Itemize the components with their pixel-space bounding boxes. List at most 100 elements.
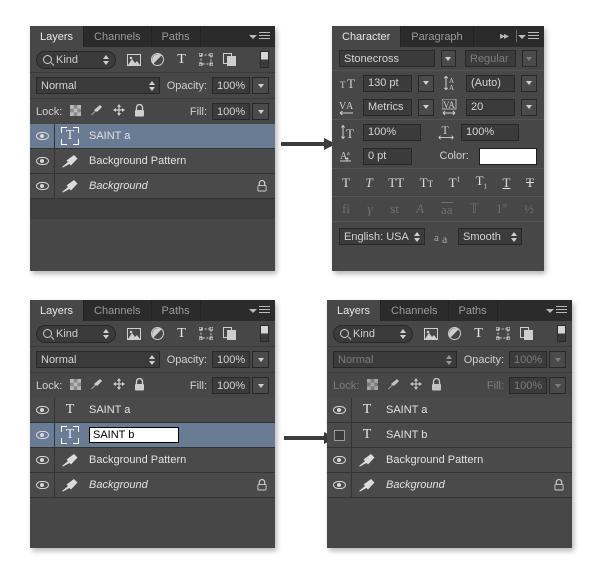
layer-thumbnail[interactable]: T [55,398,85,422]
fill-dropdown-button[interactable] [549,377,566,394]
opacity-dropdown-button[interactable] [252,77,269,94]
contextual-alternates-button[interactable]: ɣ [367,202,373,215]
layer-thumbnail[interactable] [352,473,382,497]
language-stepper-icon[interactable] [414,232,420,242]
text-color-swatch[interactable] [479,148,537,165]
discretionary-ligatures-button[interactable]: st [390,202,399,215]
shape-filter-icon[interactable] [198,52,213,67]
titling-alternates-button[interactable]: 𝕋 [470,202,479,215]
table-row[interactable]: T SAINT b [327,423,572,448]
tab-paragraph[interactable]: Paragraph [401,26,473,47]
lock-all-icon[interactable] [134,104,145,120]
filter-kind-stepper-icon[interactable] [103,55,109,65]
blend-mode-stepper-icon[interactable] [149,355,155,365]
layer-thumbnail[interactable] [55,149,85,173]
layer-visibility-toggle[interactable] [30,448,55,472]
antialias-stepper-icon[interactable] [511,232,517,242]
panel-menu-icon[interactable] [551,304,567,317]
small-caps-button[interactable]: TT [420,176,433,189]
tab-channels[interactable]: Channels [84,300,151,321]
font-style-select[interactable]: Regular [465,50,516,67]
filter-kind-stepper-icon[interactable] [103,329,109,339]
filter-enable-toggle[interactable] [260,51,269,68]
adjustment-filter-icon[interactable] [150,52,165,67]
tab-layers[interactable]: Layers [30,26,84,47]
faux-italic-button[interactable]: T [365,176,372,189]
lock-transparency-icon[interactable] [367,379,378,393]
table-row[interactable]: Background [30,174,275,199]
layer-thumbnail[interactable] [55,448,85,472]
table-row[interactable]: Background [327,473,572,498]
lock-position-icon[interactable] [410,378,422,393]
smartobject-filter-icon[interactable] [222,326,237,341]
layer-visibility-toggle[interactable] [327,473,352,497]
lock-image-icon[interactable] [90,378,104,393]
table-row[interactable]: T SAINT a [30,398,275,423]
table-row[interactable]: Background [30,473,275,498]
all-caps-button[interactable]: TT [388,176,404,189]
language-select[interactable]: English: USA [339,228,425,245]
filter-enable-toggle[interactable] [260,325,269,342]
layer-visibility-toggle[interactable] [30,423,55,447]
table-row[interactable]: T SAINT a [30,124,275,149]
table-row[interactable]: Background Pattern [30,448,275,473]
strikethrough-button[interactable]: T [526,176,534,189]
layer-thumbnail[interactable] [55,174,85,198]
swash-button[interactable]: A [416,202,424,215]
tab-channels[interactable]: Channels [381,300,448,321]
image-filter-icon[interactable] [423,326,438,341]
filter-kind-select[interactable]: Kind [333,325,413,343]
shape-filter-icon[interactable] [198,326,213,341]
layer-rename-input[interactable] [89,427,179,443]
faux-bold-button[interactable]: T [342,176,350,189]
blend-mode-select[interactable]: Normal [36,77,160,94]
tab-character[interactable]: Character [332,26,401,47]
fill-dropdown-button[interactable] [252,103,269,120]
table-row[interactable]: Background Pattern [327,448,572,473]
lock-transparency-icon[interactable] [70,105,81,119]
type-filter-icon[interactable]: T [174,52,189,67]
font-style-dropdown-button[interactable] [522,50,538,67]
fill-input[interactable]: 100% [509,377,547,394]
kerning-input[interactable]: Metrics [363,99,412,116]
panel-menu-icon[interactable] [254,30,270,43]
subscript-button[interactable]: T1 [476,174,487,191]
panel-menu-icon[interactable] [254,304,270,317]
tracking-dropdown-button[interactable] [521,99,537,116]
font-family-select[interactable]: Stonecross [339,50,435,67]
standard-ligatures-button[interactable]: fi [342,202,350,215]
fractions-button[interactable]: ½ [524,202,534,215]
underline-button[interactable]: T [503,176,511,189]
tab-layers[interactable]: Layers [327,300,381,321]
filter-kind-select[interactable]: Kind [36,51,116,69]
font-size-input[interactable]: 130 pt [363,75,412,92]
opacity-input[interactable]: 100% [212,351,250,368]
leading-input[interactable]: (Auto) [466,75,515,92]
layer-thumbnail[interactable] [55,473,85,497]
adjustment-filter-icon[interactable] [447,326,462,341]
layer-visibility-toggle[interactable] [327,448,352,472]
layer-visibility-toggle[interactable] [30,149,55,173]
table-row[interactable]: Background Pattern [30,149,275,174]
tracking-input[interactable]: 20 [466,99,515,116]
filter-enable-toggle[interactable] [557,325,566,342]
opacity-input[interactable]: 100% [212,77,250,94]
layer-visibility-toggle[interactable] [30,174,55,198]
filter-kind-stepper-icon[interactable] [400,329,406,339]
layer-thumbnail[interactable]: T [55,423,85,447]
blend-mode-select[interactable]: Normal [333,351,457,368]
layer-visibility-toggle[interactable] [30,124,55,148]
fill-input[interactable]: 100% [212,103,250,120]
smartobject-filter-icon[interactable] [222,52,237,67]
vertical-scale-input[interactable]: 100% [363,124,421,141]
tab-paths[interactable]: Paths [152,300,201,321]
lock-position-icon[interactable] [113,378,125,393]
kerning-dropdown-button[interactable] [418,99,434,116]
superscript-button[interactable]: T1 [449,176,460,189]
adjustment-filter-icon[interactable] [150,326,165,341]
panel-menu-icon[interactable] [523,30,539,43]
layer-thumbnail[interactable]: T [352,423,382,447]
layer-thumbnail[interactable]: T [352,398,382,422]
tab-layers[interactable]: Layers [30,300,84,321]
lock-all-icon[interactable] [134,378,145,394]
